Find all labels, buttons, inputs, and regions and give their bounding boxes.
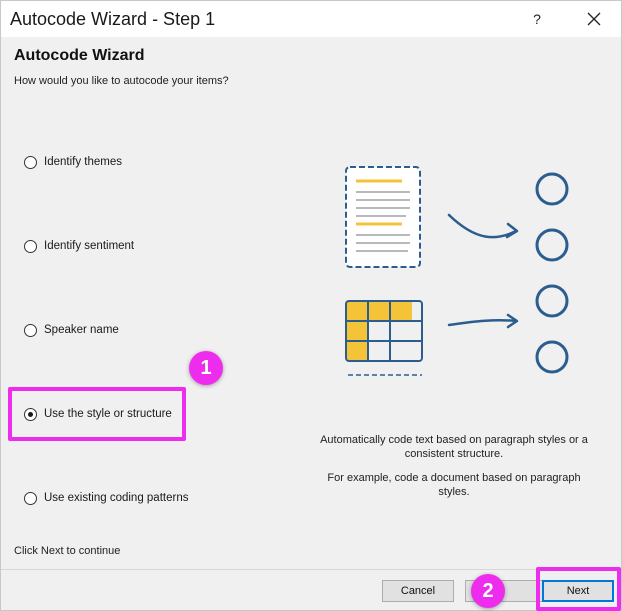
footer-divider xyxy=(1,569,621,570)
close-icon xyxy=(587,12,601,26)
close-button[interactable] xyxy=(577,5,611,33)
table-icon xyxy=(345,300,423,376)
cancel-button[interactable]: Cancel xyxy=(382,580,454,602)
arrow-icon xyxy=(447,213,519,239)
radio-identify-themes[interactable] xyxy=(24,155,37,169)
option-identify-themes[interactable]: Identify themes xyxy=(24,153,122,171)
circle-node-icon xyxy=(535,172,569,206)
option-speaker-name[interactable]: Speaker name xyxy=(24,321,119,339)
wizard-heading: Autocode Wizard xyxy=(14,47,145,64)
radio-identify-sentiment[interactable] xyxy=(24,239,37,253)
callout-badge-2: 2 xyxy=(471,574,505,608)
circle-node-icon xyxy=(535,228,569,262)
autocode-illustration xyxy=(345,166,569,376)
option-label: Use existing coding patterns xyxy=(44,492,189,504)
circle-node-icon xyxy=(535,284,569,318)
option-existing-coding-patterns[interactable]: Use existing coding patterns xyxy=(24,489,188,507)
arrow-icon xyxy=(447,313,519,329)
option-example: For example, code a document based on pa… xyxy=(327,472,581,498)
highlight-box-selected-option xyxy=(8,387,186,441)
help-button[interactable]: ? xyxy=(525,7,549,31)
window-title: Autocode Wizard - Step 1 xyxy=(10,9,216,29)
callout-badge-1: 1 xyxy=(189,351,223,385)
radio-existing-coding-patterns[interactable] xyxy=(24,491,37,505)
option-label: Identify sentiment xyxy=(44,240,135,252)
option-label: Identify themes xyxy=(44,156,122,168)
highlight-box-next-button xyxy=(536,567,621,611)
circle-node-icon xyxy=(535,340,569,374)
autocode-wizard-window: Autocode Wizard - Step 1 ? Autocode Wiza… xyxy=(0,0,622,611)
document-icon xyxy=(345,166,421,268)
radio-speaker-name[interactable] xyxy=(24,323,37,337)
option-description: Automatically code text based on paragra… xyxy=(320,434,588,460)
footer-hint: Click Next to continue xyxy=(14,545,121,557)
title-bar: Autocode Wizard - Step 1 ? xyxy=(1,1,621,37)
wizard-question: How would you like to autocode your item… xyxy=(14,75,229,87)
option-label: Speaker name xyxy=(44,324,119,336)
option-identify-sentiment[interactable]: Identify sentiment xyxy=(24,237,134,255)
